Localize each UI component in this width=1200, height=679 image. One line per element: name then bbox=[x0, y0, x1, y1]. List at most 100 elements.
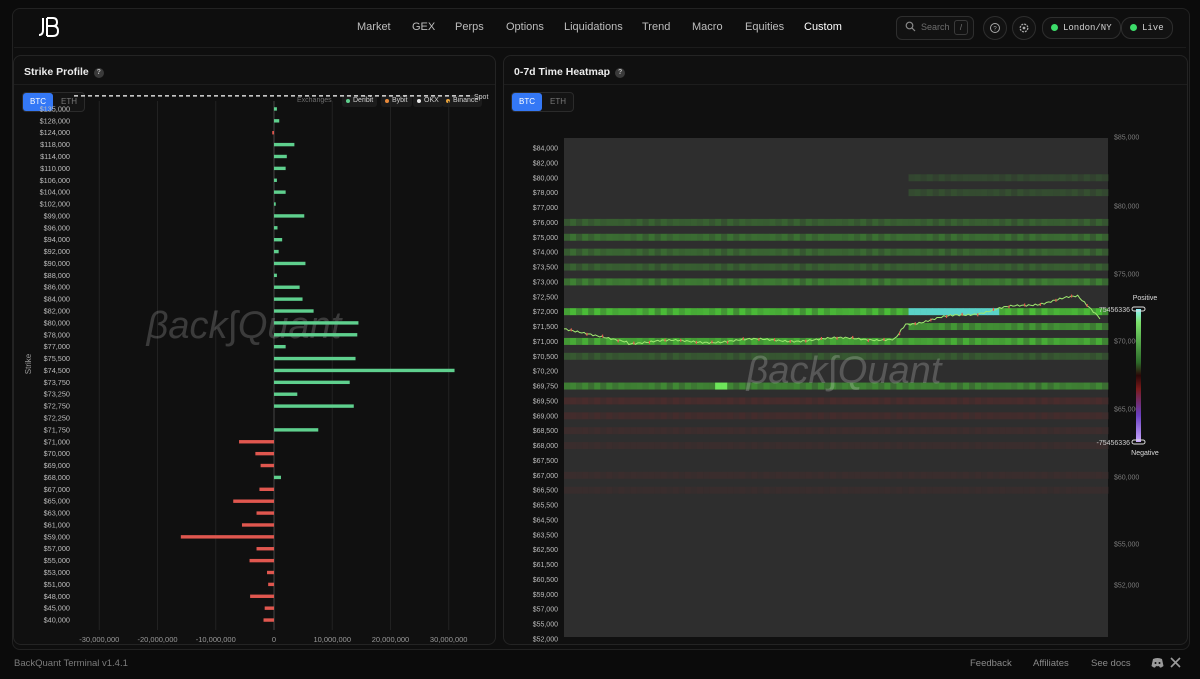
heat-cell bbox=[805, 427, 813, 435]
heat-cell bbox=[600, 337, 607, 345]
heat-cell bbox=[993, 189, 1000, 197]
heat-cell bbox=[612, 486, 619, 494]
heat-cell bbox=[1089, 337, 1097, 345]
heat-cell bbox=[684, 278, 692, 286]
heat-cell bbox=[696, 427, 704, 435]
heat-cell bbox=[950, 248, 958, 256]
heat-cell bbox=[678, 442, 686, 450]
info-icon[interactable]: ? bbox=[93, 68, 104, 78]
strike-tick-label: $102,000 bbox=[40, 200, 70, 209]
heat-cell bbox=[993, 427, 1000, 435]
nav-item-custom[interactable]: Custom bbox=[804, 21, 842, 33]
strike-tick-label: $118,000 bbox=[40, 140, 70, 149]
nav-item-macro[interactable]: Macro bbox=[692, 21, 723, 33]
heat-cell bbox=[1101, 233, 1109, 241]
heat-cell bbox=[715, 248, 722, 256]
heat-cell bbox=[836, 397, 843, 405]
heat-cell bbox=[739, 486, 746, 494]
heat-cell bbox=[914, 174, 921, 182]
heat-cell bbox=[1035, 442, 1042, 450]
search-box[interactable]: Search / bbox=[896, 16, 974, 40]
heat-cell bbox=[636, 233, 643, 241]
feedback-link[interactable]: Feedback bbox=[970, 658, 1012, 669]
heat-cell bbox=[854, 218, 861, 226]
region-selector[interactable]: London/NY bbox=[1042, 17, 1121, 39]
price-axis-tick: $55,000 bbox=[1114, 542, 1139, 549]
heat-cell bbox=[1065, 427, 1073, 435]
gex-bar bbox=[233, 499, 274, 503]
x-twitter-icon[interactable] bbox=[1170, 657, 1181, 668]
nav-item-market[interactable]: Market bbox=[357, 21, 391, 33]
heat-cell bbox=[962, 323, 970, 331]
heat-cell bbox=[987, 278, 994, 286]
affiliates-link[interactable]: Affiliates bbox=[1033, 658, 1069, 669]
heat-cell bbox=[654, 308, 662, 316]
heat-cell bbox=[606, 442, 613, 450]
heatmap-y-tick: $68,500 bbox=[533, 428, 558, 435]
heat-cell bbox=[848, 412, 855, 420]
price-candle-down bbox=[727, 340, 729, 344]
heat-cell bbox=[908, 248, 915, 256]
heat-cell bbox=[987, 397, 994, 405]
heat-cell bbox=[588, 337, 595, 345]
heat-cell bbox=[733, 442, 740, 450]
heat-cell bbox=[715, 233, 722, 241]
heat-cell bbox=[1029, 382, 1036, 390]
heatmap-x-tick: 09:45 bbox=[736, 642, 754, 643]
heat-cell bbox=[1089, 263, 1097, 271]
nav-item-perps[interactable]: Perps bbox=[455, 21, 484, 33]
heat-cell bbox=[582, 308, 589, 316]
heat-cell bbox=[872, 486, 879, 494]
info-icon[interactable]: ? bbox=[615, 68, 626, 78]
heat-cell bbox=[1089, 486, 1097, 494]
heat-cell bbox=[630, 397, 637, 405]
gex-bar bbox=[274, 178, 277, 182]
heat-cell bbox=[642, 352, 649, 360]
heat-cell bbox=[1017, 382, 1024, 390]
heat-cell bbox=[823, 486, 831, 494]
see-docs-link[interactable]: See docs bbox=[1091, 658, 1131, 669]
nav-item-options[interactable]: Options bbox=[506, 21, 544, 33]
gex-bar bbox=[274, 380, 350, 385]
heat-cell bbox=[751, 397, 758, 405]
heat-cell bbox=[1089, 189, 1097, 197]
heat-cell bbox=[878, 308, 885, 316]
strike-tick-label: $59,000 bbox=[44, 532, 70, 541]
heat-cell bbox=[932, 248, 940, 256]
nav-item-gex[interactable]: GEX bbox=[412, 21, 435, 33]
heat-cell bbox=[1035, 397, 1042, 405]
heat-cell bbox=[1101, 218, 1109, 226]
heat-cell bbox=[956, 233, 964, 241]
heat-cell bbox=[636, 471, 643, 479]
strike-tick-label: $106,000 bbox=[40, 176, 70, 185]
watermark: βack∫Quant bbox=[746, 350, 943, 392]
heat-cell bbox=[684, 442, 692, 450]
heat-cell bbox=[811, 471, 819, 479]
heat-cell bbox=[630, 486, 637, 494]
heat-cell bbox=[588, 352, 595, 360]
nav-item-equities[interactable]: Equities bbox=[745, 21, 784, 33]
gex-bar bbox=[241, 523, 274, 527]
heat-cell bbox=[727, 382, 734, 390]
settings-button[interactable] bbox=[1012, 16, 1036, 40]
discord-icon[interactable] bbox=[1151, 657, 1164, 669]
heat-cell bbox=[612, 278, 619, 286]
strike-tick-label: $67,000 bbox=[44, 485, 70, 494]
heat-cell bbox=[781, 427, 788, 435]
heat-cell bbox=[690, 218, 698, 226]
heat-cell bbox=[1017, 471, 1024, 479]
heat-cell bbox=[962, 471, 970, 479]
help-button[interactable]: ? bbox=[983, 16, 1007, 40]
heat-cell bbox=[968, 278, 976, 286]
live-status[interactable]: Live bbox=[1121, 17, 1173, 39]
heat-cell bbox=[1083, 308, 1091, 316]
price-candle-down bbox=[820, 336, 823, 340]
nav-item-liquidations[interactable]: Liquidations bbox=[564, 21, 623, 33]
heat-cell bbox=[920, 233, 927, 241]
heat-cell bbox=[763, 412, 770, 420]
heat-cell bbox=[993, 471, 1000, 479]
heat-cell bbox=[1041, 427, 1048, 435]
nav-item-trend[interactable]: Trend bbox=[642, 21, 670, 33]
heat-cell bbox=[1023, 189, 1030, 197]
heat-cell bbox=[1035, 233, 1042, 241]
